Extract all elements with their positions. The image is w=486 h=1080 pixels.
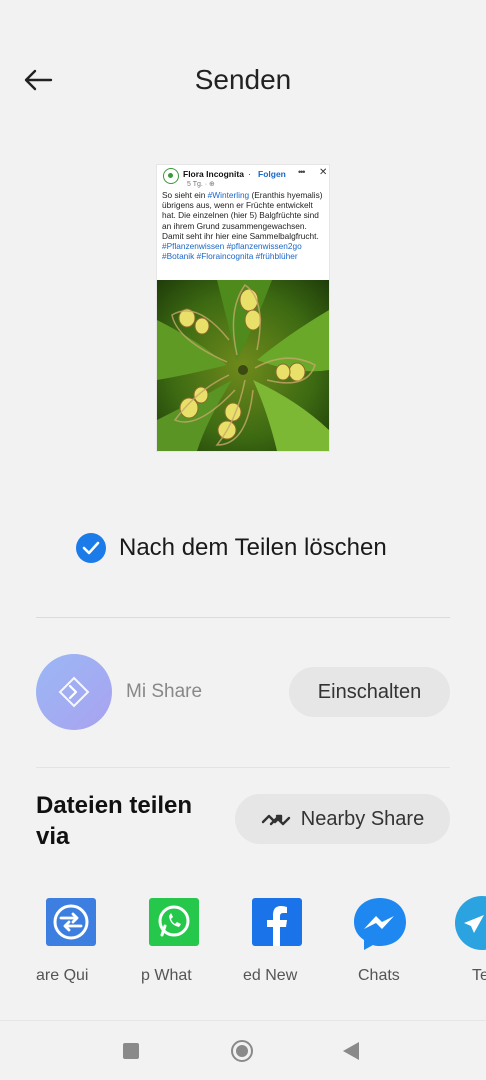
recent-apps-button[interactable]	[123, 1043, 139, 1059]
preview-post-text: So sieht ein #Winterling (Eranthis hyema…	[162, 190, 328, 261]
messenger-icon	[354, 898, 406, 950]
divider	[36, 767, 450, 768]
divider	[0, 1020, 486, 1021]
app-messenger[interactable]	[351, 895, 406, 950]
preview-post-header: Flora Incognita · Folgen ••• ✕ 5 Tg. · ⊕	[161, 167, 328, 188]
nearby-share-label: Nearby Share	[300, 807, 425, 830]
preview-text-part: So sieht ein	[162, 190, 208, 200]
mi-share-enable-button[interactable]: Einschalten	[289, 667, 450, 717]
preview-hashtags: #Pflanzenwissen #pflanzenwissen2go #Bota…	[162, 241, 302, 262]
preview-follow-link: Folgen	[258, 169, 286, 179]
nearby-share-button[interactable]: Nearby Share	[235, 794, 450, 844]
app-label-messenger: Chats	[358, 967, 400, 984]
plant-photo	[157, 280, 329, 451]
checkmark-icon	[82, 541, 100, 555]
quick-share-icon	[46, 898, 96, 946]
page-title: Senden	[194, 64, 292, 95]
preview-page-name: Flora Incognita	[183, 169, 244, 179]
app-facebook[interactable]	[250, 895, 304, 949]
delete-after-share-label: Nach dem Teilen löschen	[119, 534, 387, 561]
preview-separator: ·	[248, 169, 251, 179]
telegram-icon	[455, 896, 486, 950]
more-icon: •••	[298, 167, 306, 177]
facebook-icon	[252, 898, 302, 946]
mi-share-label: Mi Share	[126, 681, 203, 702]
system-back-button[interactable]	[343, 1042, 359, 1060]
close-icon: ✕	[319, 167, 328, 178]
share-via-title: Dateien teilen via	[36, 792, 193, 850]
app-label-quick-share: are Qui	[36, 967, 89, 984]
app-whatsapp[interactable]	[147, 895, 201, 949]
mi-share-icon	[36, 654, 112, 730]
preview-hashtag: #Winterling	[207, 190, 250, 200]
whatsapp-icon	[149, 898, 199, 946]
app-quick-share[interactable]	[44, 895, 98, 949]
home-button[interactable]	[231, 1040, 253, 1062]
app-telegram[interactable]	[454, 895, 486, 950]
delete-after-share-checkbox[interactable]	[76, 533, 106, 563]
flora-incognita-logo	[163, 168, 179, 184]
divider	[36, 617, 450, 618]
app-label-facebook: ed New	[243, 967, 298, 984]
share-preview-image: Flora Incognita · Folgen ••• ✕ 5 Tg. · ⊕…	[157, 165, 329, 451]
preview-date: 5 Tg. · ⊕	[187, 181, 215, 188]
nearby-share-icon	[261, 814, 290, 826]
app-label-telegram: Te	[472, 967, 486, 984]
mi-share-glyph-icon	[58, 676, 90, 708]
app-label-whatsapp: p What	[141, 967, 192, 984]
